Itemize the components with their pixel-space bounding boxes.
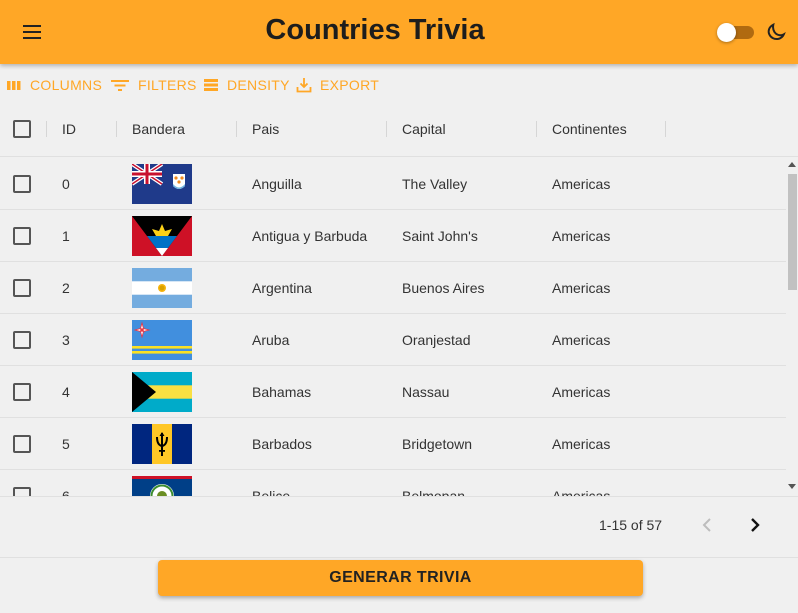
cell-id: 1 bbox=[62, 228, 70, 244]
header-continent[interactable]: Continentes bbox=[552, 102, 627, 157]
filter-icon bbox=[111, 80, 129, 91]
cell-continent: Americas bbox=[552, 436, 611, 452]
scroll-up-icon[interactable] bbox=[788, 162, 796, 167]
flag-antigua bbox=[132, 216, 192, 256]
cell-continent: Americas bbox=[552, 176, 611, 192]
row-checkbox[interactable] bbox=[13, 383, 31, 401]
download-icon bbox=[296, 78, 312, 93]
cell-continent: Americas bbox=[552, 488, 611, 496]
cell-id: 4 bbox=[62, 384, 70, 400]
cell-id: 5 bbox=[62, 436, 70, 452]
cell-capital: Nassau bbox=[402, 384, 450, 400]
cell-capital: Saint John's bbox=[402, 228, 478, 244]
header-country[interactable]: Pais bbox=[252, 102, 279, 157]
filters-button[interactable]: FILTERS bbox=[110, 74, 197, 96]
next-page-icon[interactable] bbox=[743, 513, 767, 537]
cell-country: Antigua y Barbuda bbox=[252, 228, 368, 244]
vertical-scrollbar[interactable] bbox=[786, 158, 798, 496]
cell-capital: Bridgetown bbox=[402, 436, 473, 452]
row-checkbox[interactable] bbox=[13, 227, 31, 245]
cell-capital: Belmopan bbox=[402, 488, 466, 496]
generate-trivia-button[interactable]: GENERAR TRIVIA bbox=[158, 560, 643, 596]
flag-bahamas bbox=[132, 372, 192, 412]
row-checkbox[interactable] bbox=[13, 175, 31, 193]
toggle-thumb bbox=[717, 23, 736, 42]
cell-continent: Americas bbox=[552, 228, 611, 244]
cell-capital: Oranjestad bbox=[402, 332, 471, 348]
grid-footer: 1-15 of 57 bbox=[0, 496, 798, 558]
grid-header: ID Bandera Pais Capital Continentes bbox=[0, 102, 798, 157]
filters-label: FILTERS bbox=[138, 77, 197, 93]
cell-country: Bahamas bbox=[252, 384, 312, 400]
table-row[interactable]: 0 Anguilla The Valley Americas bbox=[0, 158, 786, 210]
cell-continent: Americas bbox=[552, 332, 611, 348]
table-row[interactable]: 1 Antigua y Barbuda Saint John's America… bbox=[0, 210, 786, 262]
cell-capital: The Valley bbox=[402, 176, 468, 192]
column-separator[interactable] bbox=[236, 121, 237, 137]
flag-aruba bbox=[132, 320, 192, 360]
cell-continent: Americas bbox=[552, 384, 611, 400]
flag-anguilla bbox=[132, 164, 192, 204]
row-checkbox[interactable] bbox=[13, 331, 31, 349]
column-separator[interactable] bbox=[46, 121, 47, 137]
app-title: Countries Trivia bbox=[265, 14, 485, 46]
pagination-info: 1-15 of 57 bbox=[599, 517, 663, 533]
scrollbar-thumb[interactable] bbox=[788, 174, 797, 290]
data-grid: ID Bandera Pais Capital Continentes 0 An… bbox=[0, 102, 798, 496]
flag-argentina bbox=[132, 268, 192, 308]
export-button[interactable]: EXPORT bbox=[296, 74, 379, 96]
cell-capital: Buenos Aires bbox=[402, 280, 485, 296]
cell-id: 2 bbox=[62, 280, 70, 296]
density-icon bbox=[204, 79, 218, 91]
grid-toolbar: COLUMNS FILTERS DENSITY EXPORT bbox=[0, 70, 798, 100]
column-separator[interactable] bbox=[116, 121, 117, 137]
scroll-down-icon[interactable] bbox=[788, 484, 796, 489]
cell-country: Anguilla bbox=[252, 176, 302, 192]
table-row[interactable]: 3 Aruba Oranjestad Americas bbox=[0, 314, 786, 366]
previous-page-icon[interactable] bbox=[695, 513, 719, 537]
grid-body[interactable]: 0 Anguilla The Valley Americas 1 Antigua… bbox=[0, 158, 786, 496]
row-checkbox[interactable] bbox=[13, 487, 31, 496]
column-separator[interactable] bbox=[665, 121, 666, 137]
table-row[interactable]: 5 Barbados Bridgetown Americas bbox=[0, 418, 786, 470]
columns-button[interactable]: COLUMNS bbox=[6, 74, 102, 96]
table-row[interactable]: 4 Bahamas Nassau Americas bbox=[0, 366, 786, 418]
density-label: DENSITY bbox=[227, 77, 290, 93]
flag-barbados bbox=[132, 424, 192, 464]
cell-country: Belice bbox=[252, 488, 291, 496]
table-row[interactable]: 2 Argentina Buenos Aires Americas bbox=[0, 262, 786, 314]
header-capital[interactable]: Capital bbox=[402, 102, 446, 157]
cell-country: Argentina bbox=[252, 280, 312, 296]
app-bar: Countries Trivia bbox=[0, 0, 798, 64]
select-all-checkbox[interactable] bbox=[13, 120, 31, 138]
column-separator[interactable] bbox=[386, 121, 387, 137]
row-checkbox[interactable] bbox=[13, 279, 31, 297]
theme-toggle[interactable] bbox=[716, 22, 756, 42]
cell-id: 6 bbox=[62, 488, 70, 496]
density-button[interactable]: DENSITY bbox=[203, 74, 290, 96]
column-separator[interactable] bbox=[536, 121, 537, 137]
cell-id: 3 bbox=[62, 332, 70, 348]
columns-label: COLUMNS bbox=[30, 77, 103, 93]
flag-belize bbox=[132, 476, 192, 496]
header-flag[interactable]: Bandera bbox=[132, 102, 185, 157]
header-id[interactable]: ID bbox=[62, 102, 76, 157]
export-label: EXPORT bbox=[320, 77, 380, 93]
cell-country: Aruba bbox=[252, 332, 290, 348]
cell-id: 0 bbox=[62, 176, 70, 192]
row-checkbox[interactable] bbox=[13, 435, 31, 453]
cell-continent: Americas bbox=[552, 280, 611, 296]
columns-icon bbox=[7, 81, 21, 90]
dark-mode-icon[interactable] bbox=[765, 22, 787, 44]
cell-country: Barbados bbox=[252, 436, 312, 452]
table-row[interactable]: 6 Belice Belmopan Americas bbox=[0, 470, 786, 496]
